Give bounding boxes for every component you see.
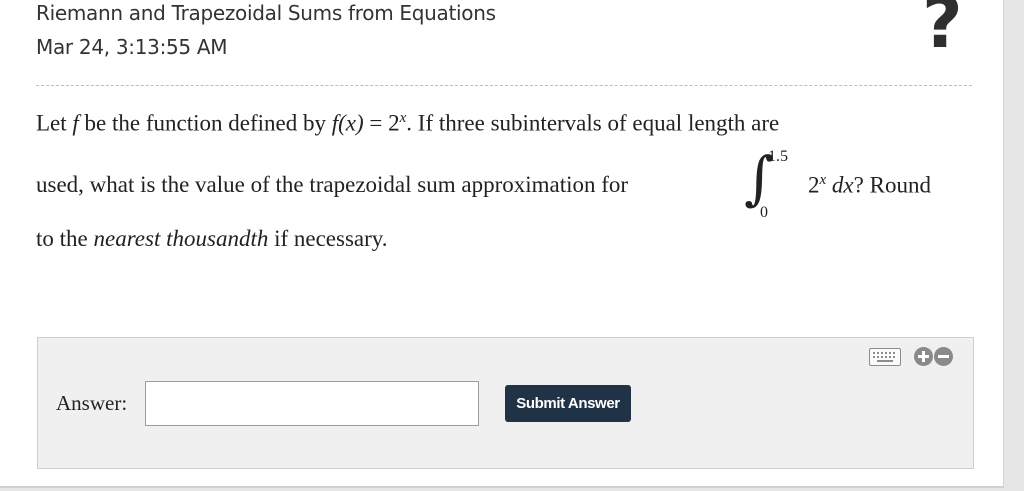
answer-panel: Answer: Submit Answer bbox=[37, 337, 974, 469]
timestamp: Mar 24, 3:13:55 AM bbox=[36, 35, 228, 59]
question-line-1: Let f be the function defined by f(x) = … bbox=[36, 110, 780, 136]
assignment-title: Riemann and Trapezoidal Sums from Equati… bbox=[36, 1, 496, 25]
minus-circle-icon[interactable] bbox=[934, 347, 953, 366]
divider bbox=[36, 85, 972, 86]
question-line-3: to the nearest thousandth if necessary. bbox=[36, 226, 388, 251]
question-line-2: used, what is the value of the trapezoid… bbox=[36, 172, 629, 197]
submit-answer-button[interactable]: Submit Answer bbox=[505, 385, 631, 422]
keyboard-icon[interactable] bbox=[869, 348, 901, 366]
function-expression: f(x) bbox=[331, 110, 364, 136]
answer-input[interactable] bbox=[145, 381, 479, 426]
answer-label: Answer: bbox=[56, 391, 128, 415]
question-mark-icon[interactable]: ? bbox=[922, 0, 963, 58]
integrand: 2x dx? Round bbox=[808, 172, 931, 198]
integral-lower-bound: 0 bbox=[760, 204, 768, 221]
plus-circle-icon[interactable] bbox=[914, 347, 933, 366]
integral-expression: ∫ 1.5 0 2x dx? Round bbox=[742, 144, 982, 230]
integral-upper-bound: 1.5 bbox=[768, 148, 788, 165]
question-card: Riemann and Trapezoidal Sums from Equati… bbox=[0, 0, 1004, 488]
